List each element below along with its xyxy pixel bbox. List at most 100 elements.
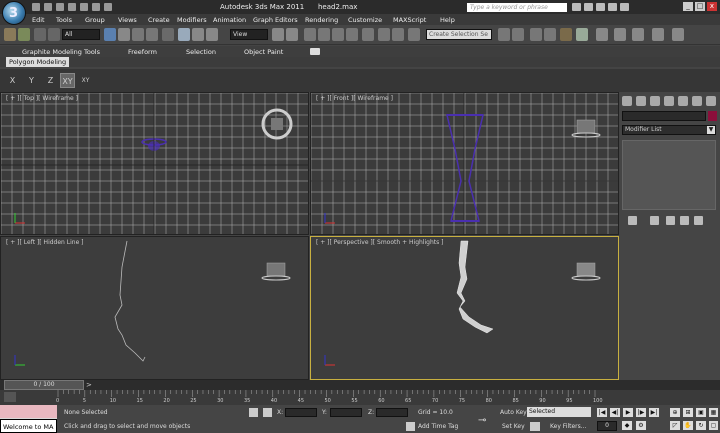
listener-output[interactable] <box>0 405 57 418</box>
favorites-star-icon[interactable] <box>608 3 617 11</box>
tab-freeform[interactable]: Freeform <box>128 48 157 56</box>
top-viewport-label[interactable]: [ + ][ Top ][ Wireframe ] <box>6 95 78 102</box>
display-tab-icon[interactable] <box>678 96 688 106</box>
track-bar[interactable]: 0 5 10 15 20 25 30 35 40 45 50 55 60 65 70 75 80 85 90 95 10… <box>0 390 720 405</box>
key-mode-dropdown[interactable]: Selected <box>527 407 591 417</box>
object-color-swatch[interactable] <box>708 111 717 121</box>
ribbon-options-icon[interactable] <box>310 48 320 55</box>
chevron-down-icon[interactable]: ▼ <box>707 126 715 134</box>
key-filters-button[interactable]: Key Filters... <box>550 423 587 430</box>
menu-graph-editors[interactable]: Graph Editors <box>253 16 298 24</box>
z-coord-field[interactable] <box>376 408 408 417</box>
graphite-toggle-icon[interactable] <box>530 28 542 41</box>
maxscript-mini-listener[interactable]: Welcome to MA <box>0 405 57 433</box>
zoom-icon[interactable]: ⊕ <box>670 408 680 417</box>
restrict-y-button[interactable]: Y <box>24 73 39 88</box>
subscription-icon[interactable] <box>584 3 593 11</box>
modify-tab-icon[interactable] <box>636 96 646 106</box>
y-coord-field[interactable] <box>330 408 362 417</box>
make-unique-icon[interactable] <box>666 216 675 225</box>
previous-frame-icon[interactable]: ◀| <box>610 408 620 417</box>
selection-lock-icon[interactable] <box>249 408 258 417</box>
remove-modifier-icon[interactable] <box>680 216 689 225</box>
orbit-icon[interactable]: ↻ <box>696 421 706 430</box>
menu-edit[interactable]: Edit <box>32 16 45 24</box>
rendered-frame-window-icon[interactable] <box>614 28 626 41</box>
tab-selection[interactable]: Selection <box>186 48 216 56</box>
configure-modifier-sets-icon[interactable] <box>694 216 703 225</box>
save-file-icon[interactable] <box>56 3 64 11</box>
select-and-manipulate-icon[interactable] <box>162 28 174 41</box>
menu-maxscript[interactable]: MAXScript <box>393 16 426 24</box>
menu-rendering[interactable]: Rendering <box>305 16 338 24</box>
perspective-viewport-label[interactable]: [ + ][ Perspective ][ Smooth + Highlight… <box>316 239 443 246</box>
mirror-tool-icon[interactable] <box>498 28 510 41</box>
front-viewport-label[interactable]: [ + ][ Front ][ Wireframe ] <box>316 95 393 102</box>
left-viewport-label[interactable]: [ + ][ Left ][ Hidden Line ] <box>6 239 84 246</box>
field-of-view-icon[interactable]: ◸ <box>670 421 680 430</box>
time-configuration-icon[interactable]: ⚙ <box>636 421 646 430</box>
search-input[interactable]: Type a keyword or phrase <box>467 3 567 12</box>
key-icon[interactable]: ⊸ <box>478 415 486 426</box>
tab-object-paint[interactable]: Object Paint <box>244 48 283 56</box>
pan-view-icon[interactable]: ✋ <box>683 421 693 430</box>
binoculars-icon[interactable] <box>572 3 581 11</box>
show-end-result-icon[interactable] <box>650 216 659 225</box>
reference-coordinate-dropdown[interactable]: View <box>230 29 268 40</box>
set-keys-icon[interactable] <box>530 422 540 431</box>
zoom-extents-all-icon[interactable]: ▦ <box>709 408 718 417</box>
communication-icon[interactable] <box>596 3 605 11</box>
spinner-snap-icon[interactable] <box>346 28 358 41</box>
auto-key-button[interactable]: Auto Key <box>500 409 527 416</box>
modifier-list-dropdown[interactable]: Modifier List ▼ <box>622 125 716 135</box>
set-key-button[interactable]: Set Key <box>502 423 525 430</box>
add-time-tag-button[interactable]: Add Time Tag <box>418 423 458 430</box>
motion-tab-icon[interactable] <box>664 96 674 106</box>
layer-manager-icon[interactable] <box>408 28 420 41</box>
tab-graphite-modeling-tools[interactable]: Graphite Modeling Tools <box>22 48 100 56</box>
app-menu-logo-icon[interactable]: 3 <box>2 1 26 25</box>
redo-tool-icon[interactable] <box>18 28 30 41</box>
align-tool-icon[interactable] <box>512 28 524 41</box>
viewport-front[interactable]: [ + ][ Front ][ Wireframe ] <box>310 92 619 235</box>
schematic-view-icon[interactable] <box>560 28 572 41</box>
rectangular-selection-icon[interactable] <box>132 28 144 41</box>
undo-tool-icon[interactable] <box>4 28 16 41</box>
render-production-icon[interactable] <box>632 28 644 41</box>
undo-icon[interactable] <box>68 3 76 11</box>
select-object-icon[interactable] <box>104 28 116 41</box>
align-icon[interactable] <box>392 28 404 41</box>
link-icon[interactable] <box>34 28 46 41</box>
maximize-viewport-icon[interactable]: ▢ <box>709 421 718 430</box>
select-and-rotate-icon[interactable] <box>192 28 204 41</box>
redo-icon[interactable] <box>80 3 88 11</box>
selection-filter-dropdown[interactable]: All <box>62 29 100 40</box>
quick-access-menu-icon[interactable] <box>104 3 112 11</box>
key-mode-toggle-icon[interactable]: ◆ <box>622 421 632 430</box>
select-by-name-icon[interactable] <box>118 28 130 41</box>
mirror-icon[interactable] <box>378 28 390 41</box>
slider-next-icon[interactable]: > <box>86 381 92 389</box>
zoom-all-icon[interactable]: ⊞ <box>683 408 693 417</box>
snaps-toggle-icon[interactable] <box>304 28 316 41</box>
time-slider[interactable]: 0 / 100 > <box>0 380 720 390</box>
menu-views[interactable]: Views <box>118 16 137 24</box>
minimize-button[interactable]: _ <box>683 2 693 11</box>
angle-snap-icon[interactable] <box>318 28 330 41</box>
create-tab-icon[interactable] <box>622 96 632 106</box>
select-and-link-icon[interactable] <box>286 28 298 41</box>
open-file-icon[interactable] <box>44 3 52 11</box>
named-selection-sets-dropdown[interactable]: Create Selection Se <box>426 29 492 40</box>
hammer-icon[interactable] <box>706 96 716 106</box>
menu-group[interactable]: Group <box>85 16 105 24</box>
restrict-plane-flyout[interactable]: XY <box>78 73 93 88</box>
time-slider-handle[interactable]: 0 / 100 <box>4 380 84 390</box>
object-name-field[interactable] <box>622 111 706 121</box>
menu-help[interactable]: Help <box>440 16 455 24</box>
x-coord-field[interactable] <box>285 408 317 417</box>
go-to-start-icon[interactable]: |◀ <box>597 408 607 417</box>
project-folder-icon[interactable] <box>92 3 100 11</box>
material-editor-icon[interactable] <box>576 28 588 41</box>
menu-tools[interactable]: Tools <box>56 16 72 24</box>
menu-create[interactable]: Create <box>148 16 170 24</box>
